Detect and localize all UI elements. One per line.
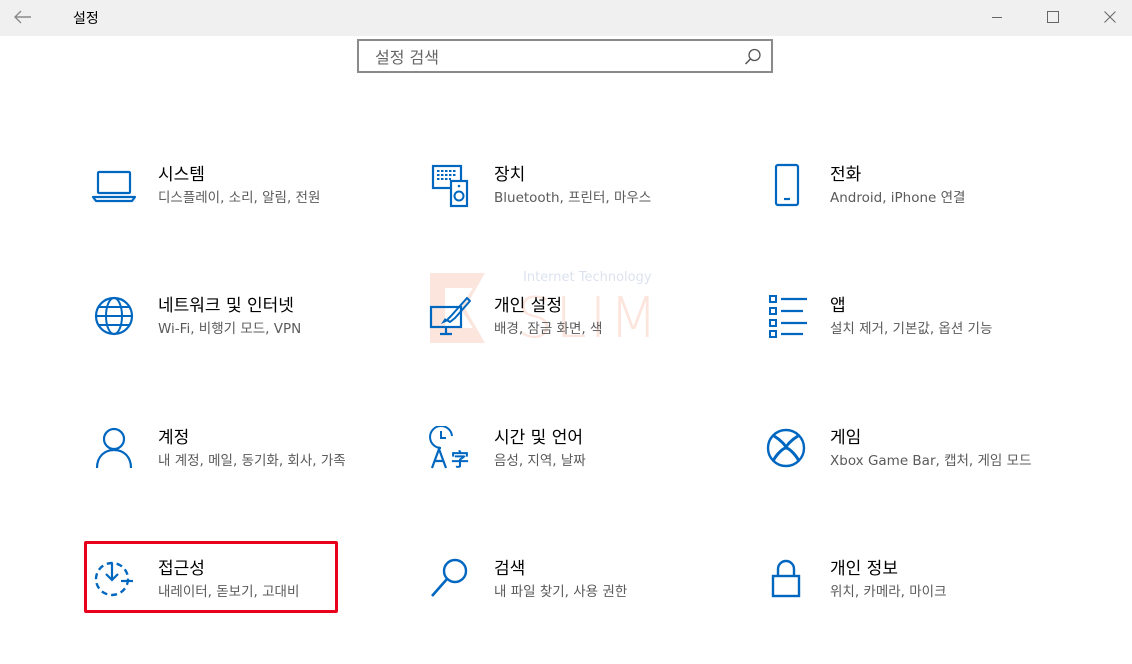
time-language-icon: 字 bbox=[424, 423, 476, 475]
category-title: 앱 bbox=[830, 296, 846, 316]
category-title: 전화 bbox=[830, 165, 862, 185]
category-time-language[interactable]: 字 시간 및 언어 음성, 지역, 날짜 bbox=[424, 423, 724, 533]
phone-icon bbox=[760, 160, 812, 212]
category-personalization[interactable]: 개인 설정 배경, 잠금 화면, 색 bbox=[424, 291, 724, 401]
category-apps[interactable]: 앱 설치 제거, 기본값, 옵션 기능 bbox=[760, 291, 1060, 401]
search-input[interactable] bbox=[373, 44, 737, 70]
category-title: 네트워크 및 인터넷 bbox=[158, 296, 294, 316]
lock-icon bbox=[760, 554, 812, 606]
devices-icon bbox=[424, 160, 476, 212]
category-gaming[interactable]: 게임 Xbox Game Bar, 캡처, 게임 모드 bbox=[760, 423, 1060, 533]
category-description: Bluetooth, 프린터, 마우스 bbox=[494, 190, 652, 206]
paintbrush-icon bbox=[424, 291, 476, 343]
close-button[interactable] bbox=[1088, 2, 1132, 32]
minimize-icon bbox=[992, 17, 1002, 18]
category-title: 검색 bbox=[494, 559, 526, 579]
category-description: 위치, 카메라, 마이크 bbox=[830, 584, 947, 600]
person-icon bbox=[88, 423, 140, 475]
maximize-icon bbox=[1047, 11, 1059, 23]
xbox-icon bbox=[760, 423, 812, 475]
category-system[interactable]: 시스템 디스플레이, 소리, 알림, 전원 bbox=[88, 160, 388, 270]
category-description: 배경, 잠금 화면, 색 bbox=[494, 321, 603, 337]
settings-search-box[interactable] bbox=[357, 39, 773, 73]
category-title: 개인 설정 bbox=[494, 296, 562, 316]
category-description: Xbox Game Bar, 캡처, 게임 모드 bbox=[830, 453, 1032, 469]
svg-text:字: 字 bbox=[451, 449, 469, 471]
minimize-button[interactable] bbox=[975, 2, 1019, 32]
category-title: 개인 정보 bbox=[830, 559, 898, 579]
laptop-icon bbox=[88, 160, 140, 212]
highlight-box bbox=[84, 541, 338, 613]
category-title: 시간 및 언어 bbox=[494, 428, 584, 448]
category-devices[interactable]: 장치 Bluetooth, 프린터, 마우스 bbox=[424, 160, 724, 270]
title-bar: 설정 bbox=[0, 0, 1132, 36]
category-title: 게임 bbox=[830, 428, 862, 448]
search-icon[interactable] bbox=[743, 47, 763, 67]
apps-list-icon bbox=[760, 291, 812, 343]
category-title: 장치 bbox=[494, 165, 526, 185]
watermark-tagline: Internet Technology bbox=[523, 270, 652, 285]
category-search[interactable]: 검색 내 파일 찾기, 사용 권한 bbox=[424, 554, 724, 664]
category-description: 음성, 지역, 날짜 bbox=[494, 453, 586, 469]
category-description: Wi-Fi, 비행기 모드, VPN bbox=[158, 321, 302, 337]
maximize-button[interactable] bbox=[1031, 2, 1075, 32]
category-title: 시스템 bbox=[158, 165, 205, 185]
close-icon bbox=[1104, 11, 1116, 23]
category-description: 내 계정, 메일, 동기화, 회사, 가족 bbox=[158, 453, 346, 469]
category-description: 내 파일 찾기, 사용 권한 bbox=[494, 584, 628, 600]
arrow-left-icon bbox=[14, 10, 31, 24]
category-description: 디스플레이, 소리, 알림, 전원 bbox=[158, 190, 321, 206]
category-phone[interactable]: 전화 Android, iPhone 연결 bbox=[760, 160, 1060, 270]
category-description: Android, iPhone 연결 bbox=[830, 190, 966, 206]
globe-icon bbox=[88, 291, 140, 343]
window-title: 설정 bbox=[73, 11, 99, 27]
search-icon bbox=[424, 554, 476, 606]
category-accounts[interactable]: 계정 내 계정, 메일, 동기화, 회사, 가족 bbox=[88, 423, 388, 533]
category-privacy[interactable]: 개인 정보 위치, 카메라, 마이크 bbox=[760, 554, 1060, 664]
category-network[interactable]: 네트워크 및 인터넷 Wi-Fi, 비행기 모드, VPN bbox=[88, 291, 388, 401]
category-description: 설치 제거, 기본값, 옵션 기능 bbox=[830, 321, 993, 337]
category-title: 계정 bbox=[158, 428, 190, 448]
back-button[interactable] bbox=[8, 4, 38, 30]
